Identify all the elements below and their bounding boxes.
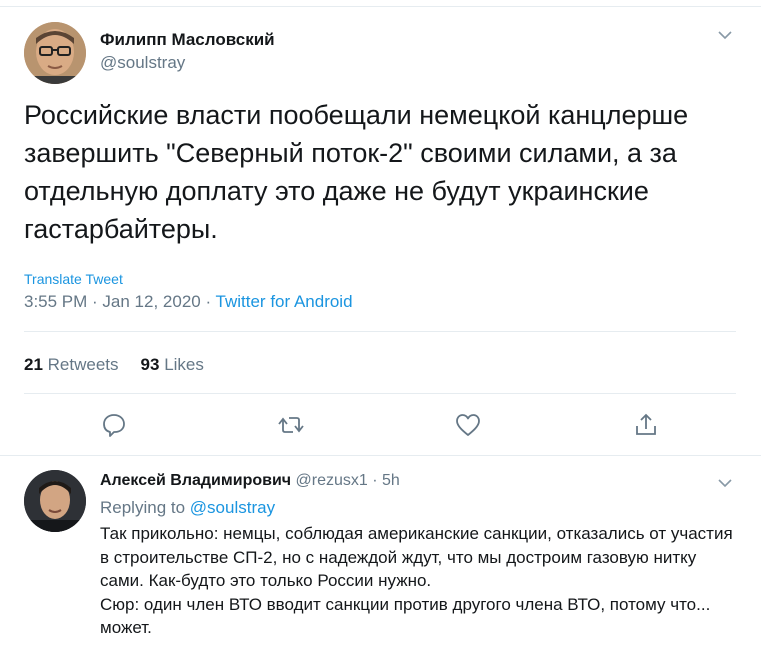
tweet-text: Российские власти пообещали немецкой кан… bbox=[24, 100, 689, 244]
reply-text: Так прикольно: немцы, соблюдая американс… bbox=[100, 522, 740, 640]
reply-author-avatar[interactable] bbox=[24, 470, 86, 532]
stats-bottom-divider bbox=[24, 393, 736, 394]
reply-author-handle[interactable]: @rezusx1 bbox=[296, 472, 368, 489]
reply-text-paragraph-1: Так прикольно: немцы, соблюдая американс… bbox=[100, 524, 733, 590]
replying-to-handle[interactable]: @soulstray bbox=[190, 498, 275, 517]
reply-author-name[interactable]: Алексей Владимирович bbox=[100, 472, 291, 489]
replying-prefix: Replying to bbox=[100, 498, 190, 517]
author-name[interactable]: Филипп Масловский bbox=[100, 30, 275, 50]
stats-top-divider bbox=[24, 331, 736, 332]
reply-header: Алексей Владимирович @rezusx1 · 5h bbox=[100, 472, 400, 490]
reply-text-paragraph-2: Сюр: один член ВТО вводит санкции против… bbox=[100, 594, 711, 638]
chevron-down-icon[interactable] bbox=[716, 476, 734, 490]
retweets-count: 21 bbox=[24, 355, 43, 374]
author-avatar[interactable] bbox=[24, 22, 86, 84]
tweet-meta: 3:55 PM · Jan 12, 2020 · Twitter for And… bbox=[24, 292, 353, 312]
translate-tweet-link[interactable]: Translate Tweet bbox=[24, 271, 123, 287]
like-icon[interactable] bbox=[454, 411, 482, 439]
retweet-icon[interactable] bbox=[277, 411, 305, 439]
author-handle[interactable]: @soulstray bbox=[100, 53, 185, 73]
tweet-source[interactable]: Twitter for Android bbox=[216, 292, 353, 311]
likes-stat[interactable]: 93 Likes bbox=[141, 355, 204, 374]
retweets-stat[interactable]: 21 Retweets bbox=[24, 355, 119, 374]
chevron-down-icon[interactable] bbox=[716, 28, 734, 42]
likes-label: Likes bbox=[164, 355, 204, 374]
likes-count: 93 bbox=[140, 355, 160, 374]
main-tweet: Филипп Масловский @soulstray Российские … bbox=[0, 0, 761, 455]
reply-time[interactable]: · 5h bbox=[368, 472, 400, 489]
reply-icon[interactable] bbox=[100, 411, 128, 439]
tweet-stats: 21 Retweets 93 Likes bbox=[24, 355, 204, 375]
share-icon[interactable] bbox=[632, 411, 660, 439]
replying-to: Replying to @soulstray bbox=[100, 498, 275, 518]
reply-tweet[interactable]: Алексей Владимирович @rezusx1 · 5h Reply… bbox=[0, 456, 761, 647]
retweets-label: Retweets bbox=[47, 355, 119, 374]
tweet-timestamp[interactable]: 3:55 PM · Jan 12, 2020 · bbox=[24, 292, 216, 311]
